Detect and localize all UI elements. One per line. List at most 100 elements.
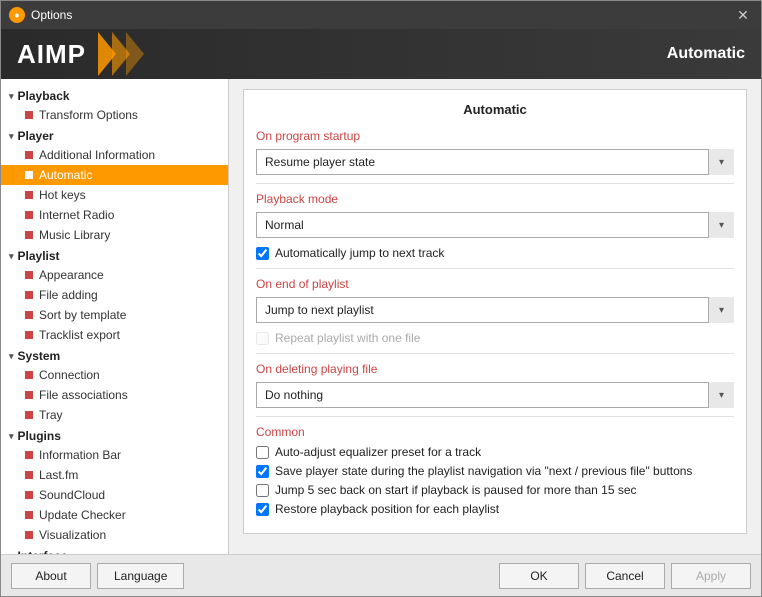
- bullet-internet-radio: [25, 211, 33, 219]
- repeat-playlist-checkbox[interactable]: [256, 332, 269, 345]
- header-bar: AIMP Automatic: [1, 29, 761, 79]
- common-checkbox-row-1: Save player state during the playlist na…: [256, 464, 734, 478]
- repeat-playlist-label: Repeat playlist with one file: [275, 331, 420, 345]
- sidebar-item-music-library-label: Music Library: [39, 228, 110, 242]
- sidebar-item-lastfm[interactable]: Last.fm: [1, 465, 228, 485]
- apply-button[interactable]: Apply: [671, 563, 751, 589]
- footer-right: OK Cancel Apply: [499, 563, 751, 589]
- save-player-state-checkbox[interactable]: [256, 465, 269, 478]
- divider-3: [256, 353, 734, 354]
- sidebar-item-tracklist-export-label: Tracklist export: [39, 328, 120, 342]
- ok-button[interactable]: OK: [499, 563, 579, 589]
- sidebar-item-hot-keys[interactable]: Hot keys: [1, 185, 228, 205]
- playback-mode-select[interactable]: Normal Shuffle Repeat: [256, 212, 734, 238]
- playback-mode-label: Playback mode: [256, 192, 734, 206]
- sidebar-section-player-label: Player: [18, 129, 54, 143]
- sidebar-item-hot-keys-label: Hot keys: [39, 188, 86, 202]
- sidebar-item-file-adding[interactable]: File adding: [1, 285, 228, 305]
- sidebar-item-soundcloud[interactable]: SoundCloud: [1, 485, 228, 505]
- bullet-update-checker: [25, 511, 33, 519]
- bullet-hot-keys: [25, 191, 33, 199]
- auto-jump-label: Automatically jump to next track: [275, 246, 444, 260]
- main-area: ▾ Playback Transform Options ▾ Player Ad…: [1, 79, 761, 554]
- bullet-visualization: [25, 531, 33, 539]
- panel-title: Automatic: [256, 102, 734, 117]
- sidebar-item-visualization[interactable]: Visualization: [1, 525, 228, 545]
- sidebar-item-visualization-label: Visualization: [39, 528, 106, 542]
- caret-playlist: ▾: [9, 251, 14, 262]
- startup-select-wrapper: Resume player state Do nothing Start pla…: [256, 149, 734, 175]
- deleting-select[interactable]: Do nothing Play next Play previous: [256, 382, 734, 408]
- save-player-state-label: Save player state during the playlist na…: [275, 464, 692, 478]
- caret-player: ▾: [9, 131, 14, 142]
- end-playlist-select-wrapper: Jump to next playlist Stop Repeat ▾: [256, 297, 734, 323]
- sidebar-section-player[interactable]: ▾ Player: [1, 125, 228, 145]
- sidebar-section-system[interactable]: ▾ System: [1, 345, 228, 365]
- sidebar-item-tracklist-export[interactable]: Tracklist export: [1, 325, 228, 345]
- sidebar-item-connection[interactable]: Connection: [1, 365, 228, 385]
- sidebar-item-lastfm-label: Last.fm: [39, 468, 78, 482]
- bullet-file-associations: [25, 391, 33, 399]
- auto-equalizer-label: Auto-adjust equalizer preset for a track: [275, 445, 481, 459]
- sidebar-section-plugins[interactable]: ▾ Plugins: [1, 425, 228, 445]
- playback-mode-select-wrapper: Normal Shuffle Repeat ▾: [256, 212, 734, 238]
- title-bar: ● Options ✕: [1, 1, 761, 29]
- sidebar-item-file-associations[interactable]: File associations: [1, 385, 228, 405]
- sidebar-item-information-bar[interactable]: Information Bar: [1, 445, 228, 465]
- bullet-appearance: [25, 271, 33, 279]
- sidebar-item-tray[interactable]: Tray: [1, 405, 228, 425]
- caret-system: ▾: [9, 351, 14, 362]
- sidebar-item-appearance-label: Appearance: [39, 268, 104, 282]
- jump-5sec-label: Jump 5 sec back on start if playback is …: [275, 483, 637, 497]
- sidebar-item-music-library[interactable]: Music Library: [1, 225, 228, 245]
- sidebar-section-interface[interactable]: ▾ Interface: [1, 545, 228, 554]
- sidebar-item-update-checker[interactable]: Update Checker: [1, 505, 228, 525]
- bullet-automatic: [25, 171, 33, 179]
- header-arrows: [98, 32, 140, 76]
- common-checkbox-row-2: Jump 5 sec back on start if playback is …: [256, 483, 734, 497]
- sidebar-item-connection-label: Connection: [39, 368, 100, 382]
- close-button[interactable]: ✕: [733, 5, 753, 25]
- startup-select[interactable]: Resume player state Do nothing Start pla…: [256, 149, 734, 175]
- sidebar-item-file-adding-label: File adding: [39, 288, 98, 302]
- sidebar-item-internet-radio-label: Internet Radio: [39, 208, 114, 222]
- repeat-playlist-checkbox-row: Repeat playlist with one file: [256, 331, 734, 345]
- sidebar-section-playback[interactable]: ▾ Playback: [1, 85, 228, 105]
- content-panel: Automatic On program startup Resume play…: [243, 89, 747, 534]
- sidebar-item-transform-options[interactable]: Transform Options: [1, 105, 228, 125]
- common-checkbox-row-0: Auto-adjust equalizer preset for a track: [256, 445, 734, 459]
- sidebar-item-soundcloud-label: SoundCloud: [39, 488, 105, 502]
- arrow-3: [126, 32, 144, 76]
- bullet-tray: [25, 411, 33, 419]
- sidebar-item-additional-information[interactable]: Additional Information: [1, 145, 228, 165]
- sidebar-item-internet-radio[interactable]: Internet Radio: [1, 205, 228, 225]
- sidebar-section-playback-label: Playback: [18, 89, 70, 103]
- bullet-transform-options: [25, 111, 33, 119]
- end-playlist-select[interactable]: Jump to next playlist Stop Repeat: [256, 297, 734, 323]
- sidebar-item-appearance[interactable]: Appearance: [1, 265, 228, 285]
- cancel-button[interactable]: Cancel: [585, 563, 665, 589]
- divider-2: [256, 268, 734, 269]
- logo-area: AIMP: [17, 32, 140, 76]
- sidebar-item-information-bar-label: Information Bar: [39, 448, 121, 462]
- jump-5sec-checkbox[interactable]: [256, 484, 269, 497]
- sidebar-item-sort-by-template[interactable]: Sort by template: [1, 305, 228, 325]
- bullet-sort-by-template: [25, 311, 33, 319]
- bullet-music-library: [25, 231, 33, 239]
- divider-1: [256, 183, 734, 184]
- sidebar-item-automatic[interactable]: Automatic: [1, 165, 228, 185]
- sidebar-section-playlist-label: Playlist: [18, 249, 60, 263]
- bullet-file-adding: [25, 291, 33, 299]
- end-of-playlist-label: On end of playlist: [256, 277, 734, 291]
- about-button[interactable]: About: [11, 563, 91, 589]
- sidebar-item-automatic-label: Automatic: [39, 168, 92, 182]
- auto-jump-checkbox[interactable]: [256, 247, 269, 260]
- restore-position-checkbox[interactable]: [256, 503, 269, 516]
- auto-equalizer-checkbox[interactable]: [256, 446, 269, 459]
- sidebar-section-playlist[interactable]: ▾ Playlist: [1, 245, 228, 265]
- bullet-tracklist-export: [25, 331, 33, 339]
- sidebar-section-system-label: System: [18, 349, 61, 363]
- title-bar-title: ● Options: [9, 7, 72, 23]
- footer-left: About Language: [11, 563, 184, 589]
- language-button[interactable]: Language: [97, 563, 184, 589]
